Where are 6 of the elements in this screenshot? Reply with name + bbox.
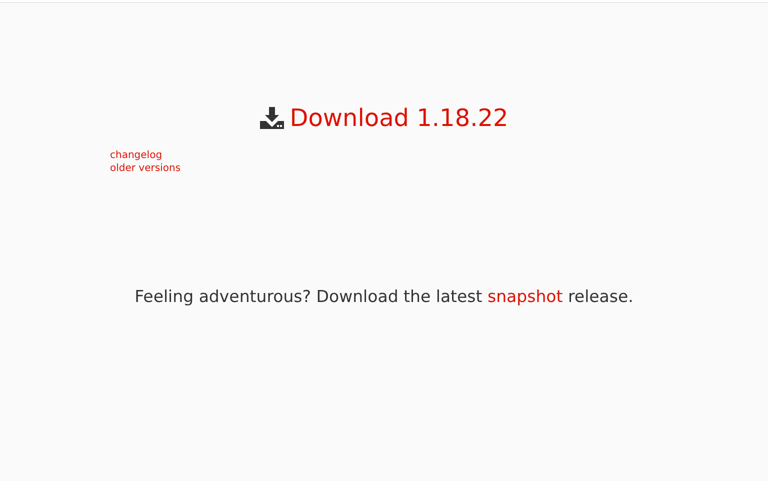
download-link[interactable]: Download 1.18.22 xyxy=(260,103,508,133)
snapshot-link[interactable]: snapshot xyxy=(487,287,563,306)
text-link[interactable]: older versions xyxy=(110,162,181,175)
text-link[interactable]: changelog xyxy=(110,149,162,162)
download-icon xyxy=(260,107,284,129)
snapshot-sentence: Feeling adventurous? Download the latest snapshot release. xyxy=(134,286,634,308)
